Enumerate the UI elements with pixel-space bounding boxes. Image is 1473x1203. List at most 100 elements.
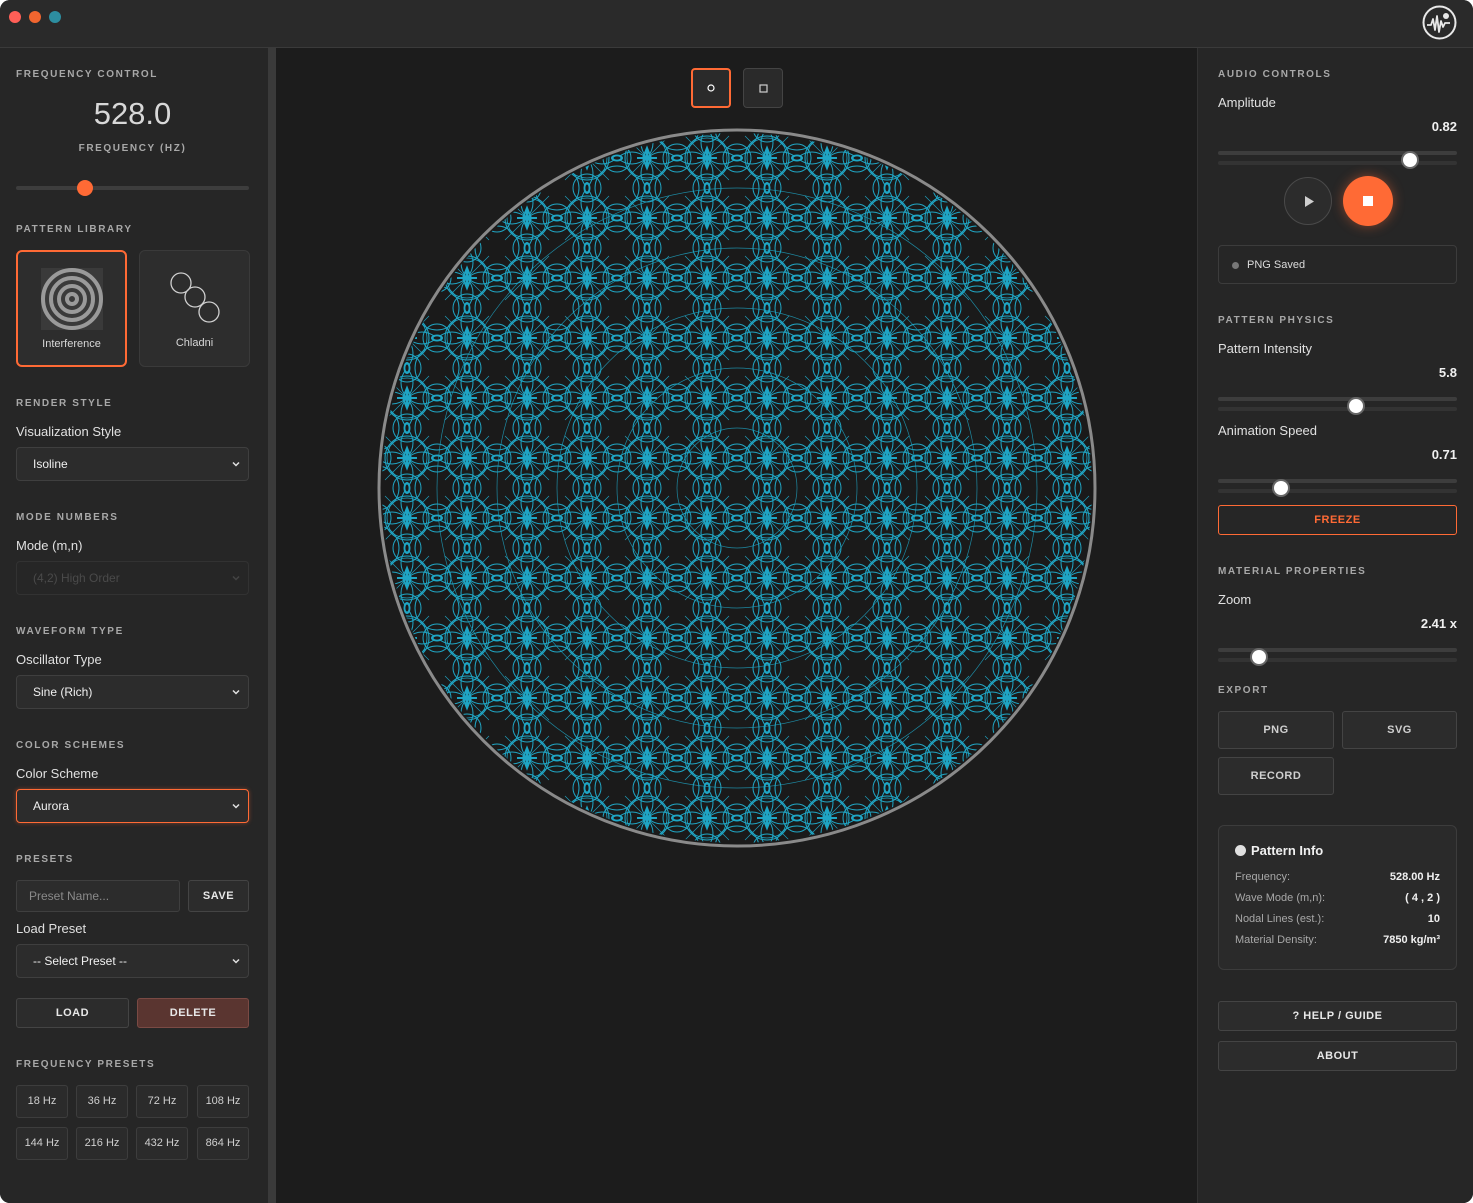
preset-name-input[interactable] <box>16 880 180 912</box>
load-preset-button[interactable]: LOAD <box>16 998 129 1028</box>
play-icon <box>1305 196 1314 207</box>
amplitude-value: 0.82 <box>1431 119 1457 134</box>
freq-preset-108[interactable]: 108 Hz <box>197 1085 249 1118</box>
color-scheme-select[interactable]: Aurora <box>16 789 249 823</box>
pattern-physics-title: PATTERN PHYSICS <box>1218 315 1335 326</box>
left-panel-scrollbar[interactable] <box>268 48 276 1203</box>
mode-numbers-title: MODE NUMBERS <box>16 512 119 523</box>
info-key: Wave Mode (m,n): <box>1235 892 1326 904</box>
concentric-rings-icon <box>41 268 103 330</box>
chevron-down-icon <box>232 803 240 809</box>
chevron-down-icon <box>232 461 240 467</box>
pattern-plate[interactable] <box>377 128 1097 848</box>
freq-preset-864[interactable]: 864 Hz <box>197 1127 249 1160</box>
pattern-info-panel: Pattern Info Frequency: 528.00 Hz Wave M… <box>1218 825 1457 970</box>
chevron-down-icon <box>232 958 240 964</box>
info-value: 7850 kg/m³ <box>1383 934 1440 946</box>
status-dot <box>1232 262 1239 269</box>
color-schemes-title: COLOR SCHEMES <box>16 740 126 751</box>
square-icon <box>759 84 768 93</box>
stop-button[interactable] <box>1343 176 1393 226</box>
select-value: Sine (Rich) <box>33 685 93 699</box>
info-key: Material Density: <box>1235 934 1317 946</box>
frequency-unit-label: FREQUENCY (HZ) <box>78 143 187 154</box>
load-preset-label: Load Preset <box>16 921 87 936</box>
pattern-intensity-label: Pattern Intensity <box>1218 341 1312 356</box>
help-guide-button[interactable]: ? HELP / GUIDE <box>1218 1001 1457 1031</box>
play-button[interactable] <box>1284 177 1332 225</box>
select-value: -- Select Preset -- <box>33 954 128 968</box>
intensity-slider-track-shadow <box>1218 407 1457 411</box>
freq-preset-216[interactable]: 216 Hz <box>76 1127 128 1160</box>
animation-speed-label: Animation Speed <box>1218 423 1318 438</box>
freq-preset-18[interactable]: 18 Hz <box>16 1085 68 1118</box>
select-value: (4,2) High Order <box>33 571 120 585</box>
export-svg-button[interactable]: SVG <box>1342 711 1457 749</box>
info-value: 528.00 Hz <box>1389 871 1440 883</box>
pattern-info-title: Pattern Info <box>1251 843 1324 858</box>
overlapping-circles-icon <box>170 272 220 323</box>
square-plate-button[interactable] <box>743 68 783 108</box>
amplitude-slider-track[interactable] <box>1218 151 1457 155</box>
speed-slider-track[interactable] <box>1218 479 1457 483</box>
info-value: ( 4 , 2 ) <box>1405 892 1440 904</box>
preset-select[interactable]: -- Select Preset -- <box>16 944 249 978</box>
pattern-card-interference[interactable]: Interference <box>16 250 127 367</box>
select-value: Isoline <box>33 457 68 471</box>
chevron-down-icon <box>232 575 240 581</box>
zoom-value: 2.41 x <box>1420 616 1457 631</box>
visualization-style-select[interactable]: Isoline <box>16 447 249 481</box>
export-title: EXPORT <box>1218 685 1269 696</box>
frequency-slider-thumb[interactable] <box>76 180 93 196</box>
minimize-window-button[interactable] <box>29 11 41 23</box>
about-button[interactable]: ABOUT <box>1218 1041 1457 1071</box>
color-scheme-label: Color Scheme <box>16 766 99 781</box>
info-value: 10 <box>1427 913 1440 925</box>
info-key: Nodal Lines (est.): <box>1235 913 1325 925</box>
frequency-section-title: FREQUENCY CONTROL <box>16 69 159 80</box>
info-dot-icon <box>1235 845 1246 856</box>
visualization-style-label: Visualization Style <box>16 424 122 439</box>
status-text: PNG Saved <box>1247 259 1306 271</box>
frequency-slider-track[interactable] <box>16 186 249 190</box>
app-window: FREQUENCY CONTROL 528.0 FREQUENCY (HZ) P… <box>0 0 1473 1203</box>
frequency-presets-title: FREQUENCY PRESETS <box>16 1059 156 1070</box>
amplitude-slider-thumb[interactable] <box>1402 153 1417 167</box>
info-key: Frequency: <box>1235 871 1291 883</box>
status-indicator: PNG Saved <box>1218 245 1457 284</box>
amplitude-label: Amplitude <box>1218 95 1276 110</box>
title-bar <box>0 0 1473 48</box>
chevron-down-icon <box>232 689 240 695</box>
animation-speed-value: 0.71 <box>1431 447 1457 462</box>
oscillator-type-select[interactable]: Sine (Rich) <box>16 675 249 709</box>
close-window-button[interactable] <box>9 11 21 23</box>
save-preset-button[interactable]: SAVE <box>188 880 249 912</box>
mode-select[interactable]: (4,2) High Order <box>16 561 249 595</box>
audio-controls-title: AUDIO CONTROLS <box>1218 69 1332 80</box>
freq-preset-432[interactable]: 432 Hz <box>136 1127 188 1160</box>
zoom-slider-thumb[interactable] <box>1251 650 1266 664</box>
frequency-readout: 528.0 <box>93 96 172 131</box>
oscillator-type-label: Oscillator Type <box>16 652 102 667</box>
intensity-slider-track[interactable] <box>1218 397 1457 401</box>
freq-preset-144[interactable]: 144 Hz <box>16 1127 68 1160</box>
freeze-button[interactable]: FREEZE <box>1218 505 1457 535</box>
material-properties-title: MATERIAL PROPERTIES <box>1218 566 1367 577</box>
waveform-logo-icon[interactable] <box>1422 5 1457 40</box>
pattern-card-label: Chladni <box>175 337 214 349</box>
intensity-slider-thumb[interactable] <box>1348 399 1363 413</box>
stop-icon <box>1363 196 1373 206</box>
record-button[interactable]: RECORD <box>1218 757 1334 795</box>
circle-plate-button[interactable] <box>691 68 731 108</box>
zoom-label: Zoom <box>1218 592 1252 607</box>
amplitude-slider-track-shadow <box>1218 161 1457 165</box>
freq-preset-36[interactable]: 36 Hz <box>76 1085 128 1118</box>
render-style-title: RENDER STYLE <box>16 398 113 409</box>
zoom-window-button[interactable] <box>49 11 61 23</box>
export-png-button[interactable]: PNG <box>1218 711 1334 749</box>
pattern-card-chladni[interactable]: Chladni <box>139 250 250 367</box>
freq-preset-72[interactable]: 72 Hz <box>136 1085 188 1118</box>
waveform-type-title: WAVEFORM TYPE <box>16 626 124 637</box>
delete-preset-button[interactable]: DELETE <box>137 998 249 1028</box>
speed-slider-track-shadow <box>1218 489 1457 493</box>
